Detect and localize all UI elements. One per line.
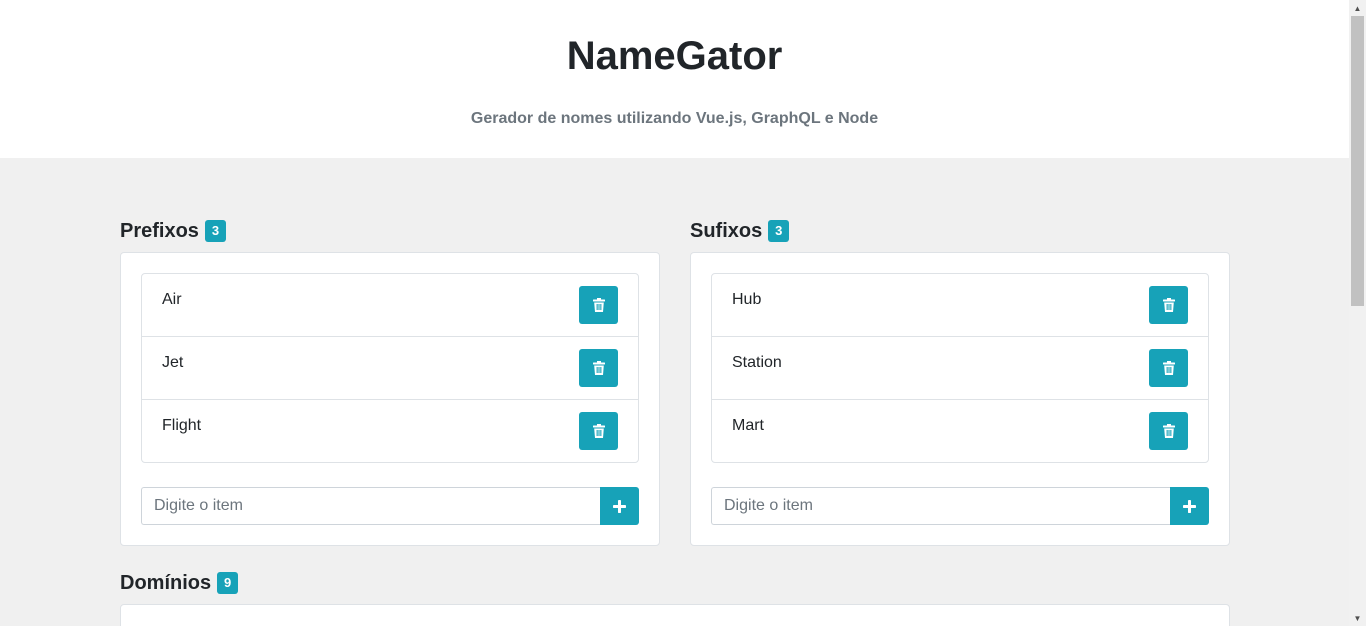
page-title: NameGator	[566, 34, 783, 78]
list-item: Jet	[142, 337, 638, 400]
delete-suffix-button[interactable]	[1149, 286, 1188, 324]
prefix-item-text: Air	[162, 291, 182, 308]
prefixes-heading: Prefixos 3	[120, 219, 226, 243]
suffix-item-text: Hub	[732, 291, 762, 308]
domains-card	[120, 604, 1230, 626]
domains-count-badge: 9	[217, 572, 239, 594]
domains-heading: Domínios 9	[120, 571, 239, 595]
prefixes-list: Air Jet Flight	[141, 273, 639, 463]
delete-suffix-button[interactable]	[1149, 349, 1188, 387]
suffix-item-text: Mart	[732, 417, 764, 434]
prefix-item-text: Flight	[162, 417, 202, 434]
scroll-down-icon[interactable]: ▼	[1349, 610, 1366, 626]
prefixes-count-badge: 3	[204, 220, 226, 242]
plus-icon	[613, 499, 626, 513]
prefixes-card: Air Jet Flight	[120, 252, 660, 546]
suffixes-card: Hub Station Mart	[690, 252, 1230, 546]
prefix-item-text: Jet	[162, 354, 184, 371]
suffixes-count-badge: 3	[768, 220, 790, 242]
add-prefix-button[interactable]	[600, 487, 639, 525]
list-item: Mart	[712, 400, 1208, 462]
list-item: Hub	[712, 274, 1208, 337]
scroll-up-icon[interactable]: ▲	[1349, 0, 1366, 16]
trash-icon	[1162, 424, 1175, 438]
delete-prefix-button[interactable]	[579, 349, 618, 387]
delete-prefix-button[interactable]	[579, 412, 618, 450]
domains-title: Domínios	[120, 572, 212, 594]
trash-icon	[592, 298, 605, 312]
delete-prefix-button[interactable]	[579, 286, 618, 324]
list-item: Flight	[142, 400, 638, 462]
suffix-item-text: Station	[732, 354, 782, 371]
page-scrollbar[interactable]: ▲ ▼	[1349, 0, 1366, 626]
page-header: NameGator Gerador de nomes utilizando Vu…	[0, 0, 1349, 158]
delete-suffix-button[interactable]	[1149, 412, 1188, 450]
list-item: Station	[712, 337, 1208, 400]
suffixes-list: Hub Station Mart	[711, 273, 1209, 463]
suffixes-heading: Sufixos 3	[690, 219, 790, 243]
prefix-input-group	[141, 487, 639, 525]
prefixes-title: Prefixos	[120, 220, 199, 242]
trash-icon	[592, 361, 605, 375]
prefix-input[interactable]	[141, 487, 600, 525]
trash-icon	[1162, 361, 1175, 375]
suffixes-title: Sufixos	[690, 220, 763, 242]
list-item: Air	[142, 274, 638, 337]
trash-icon	[1162, 298, 1175, 312]
suffix-input[interactable]	[711, 487, 1170, 525]
suffix-input-group	[711, 487, 1209, 525]
add-suffix-button[interactable]	[1170, 487, 1209, 525]
scroll-thumb[interactable]	[1351, 16, 1364, 306]
trash-icon	[592, 424, 605, 438]
page-subtitle: Gerador de nomes utilizando Vue.js, Grap…	[470, 110, 879, 127]
plus-icon	[1183, 499, 1196, 513]
